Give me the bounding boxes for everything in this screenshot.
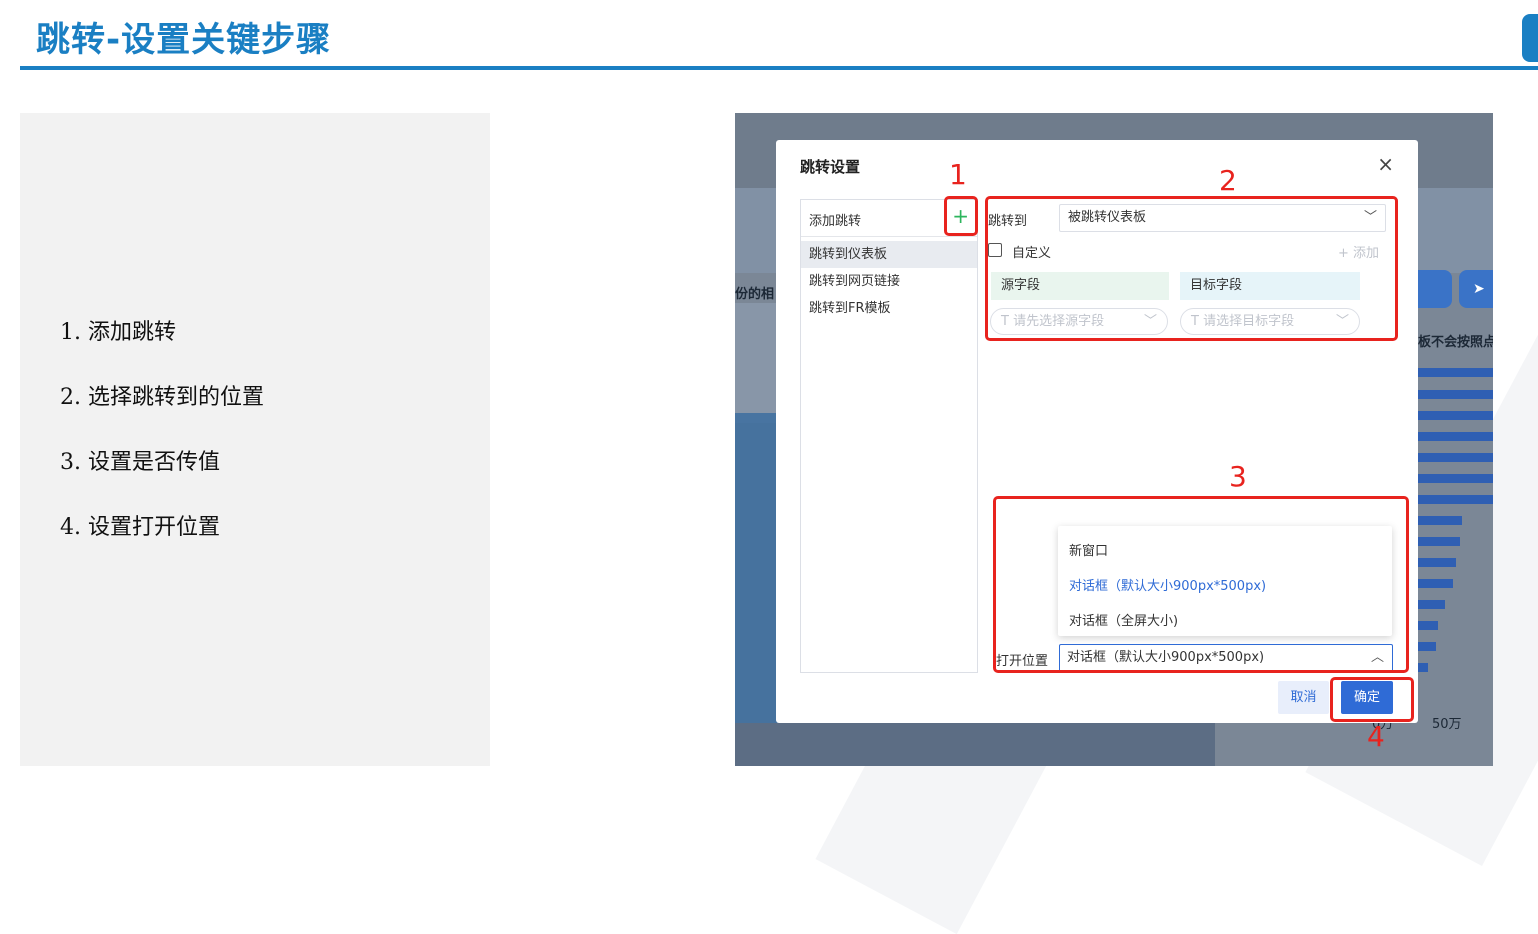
annotation-box-1 (944, 196, 978, 236)
background-footer (735, 723, 1215, 766)
step-item: 2. 选择跳转到的位置 (60, 385, 264, 410)
steps-list: 1. 添加跳转 2. 选择跳转到的位置 3. 设置是否传值 4. 设置打开位置 (60, 318, 264, 578)
chart-bar (1418, 390, 1493, 399)
step-item: 1. 添加跳转 (60, 320, 176, 345)
axis-tick-label: 50万 (1432, 717, 1462, 732)
chart-bar (1418, 537, 1460, 546)
background-send-button: ➤ (1459, 270, 1493, 308)
jump-list-panel: 添加跳转 + 跳转到仪表板 跳转到网页链接 跳转到FR模板 (800, 199, 978, 673)
chart-bar (1418, 558, 1456, 567)
chart-bar (1418, 516, 1462, 525)
chart-bar (1418, 642, 1436, 651)
chart-bar (1418, 453, 1493, 462)
annotation-number: 4 (1367, 720, 1385, 753)
annotation-box-4 (1330, 677, 1414, 722)
cancel-button[interactable]: 取消 (1278, 681, 1329, 714)
step-item: 3. 设置是否传值 (60, 450, 220, 475)
background-chart-title: 份的相 (735, 287, 775, 302)
jump-list-item[interactable]: 跳转到仪表板 (801, 241, 977, 268)
dialog-title: 跳转设置 (800, 158, 861, 176)
step-item: 4. 设置打开位置 (60, 515, 220, 540)
chart-bar (1418, 368, 1493, 377)
chart-bar (1418, 663, 1428, 672)
chart-bar (1418, 495, 1493, 504)
chart-bar (1418, 621, 1438, 630)
jump-list-item[interactable]: 跳转到网页链接 (801, 268, 977, 295)
title-rule (20, 66, 1538, 70)
add-jump-label: 添加跳转 (809, 214, 862, 229)
annotation-number: 3 (1229, 460, 1247, 493)
chart-bar (1418, 411, 1493, 420)
chart-bar (1418, 600, 1445, 609)
annotation-box-2 (985, 196, 1398, 341)
corner-tab (1522, 14, 1538, 62)
steps-panel: 1. 添加跳转 2. 选择跳转到的位置 3. 设置是否传值 4. 设置打开位置 (20, 113, 490, 766)
annotation-number: 1 (949, 158, 967, 191)
jump-list-item[interactable]: 跳转到FR模板 (801, 295, 977, 322)
annotation-number: 2 (1219, 164, 1237, 197)
annotation-box-3 (993, 496, 1409, 673)
background-chart-note: 板不会按照点 (1418, 335, 1493, 350)
close-icon[interactable]: × (1377, 152, 1394, 176)
chart-bar (1418, 579, 1453, 588)
chart-bar (1418, 474, 1493, 483)
chart-bar (1418, 432, 1493, 441)
arrow-icon: ➤ (1473, 281, 1485, 297)
slide-title: 跳转-设置关键步骤 (36, 20, 332, 60)
